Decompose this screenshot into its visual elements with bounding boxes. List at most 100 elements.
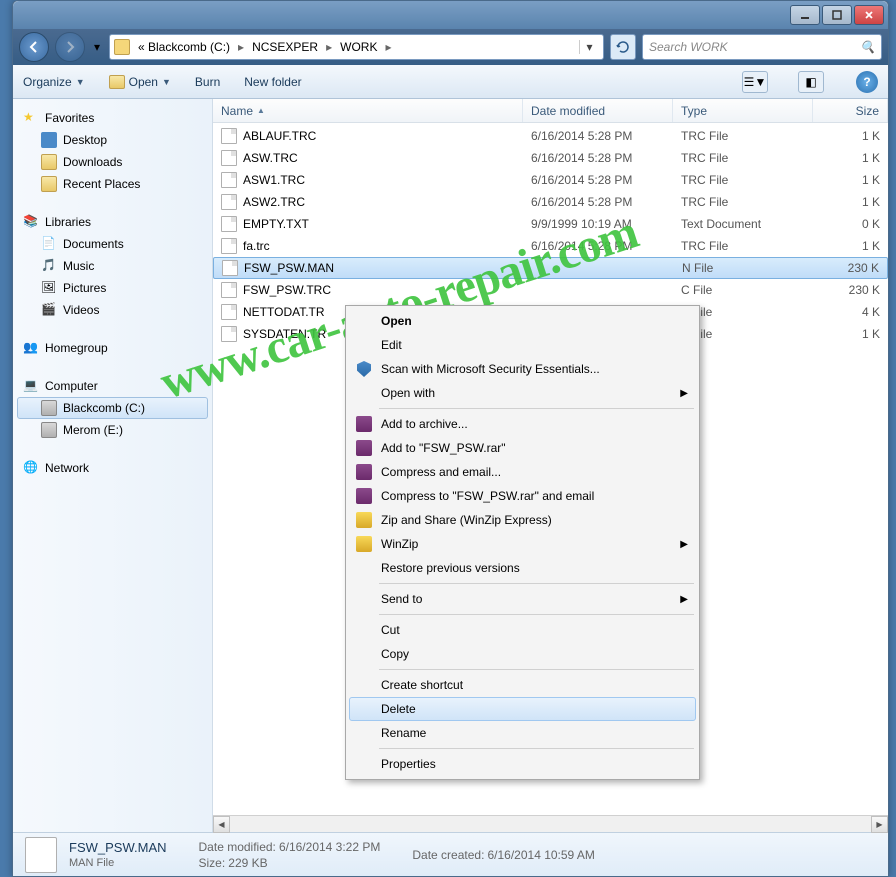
file-icon bbox=[25, 837, 57, 873]
breadcrumb-mid[interactable]: NCSEXPER bbox=[248, 40, 322, 54]
breadcrumb-root[interactable]: « Blackcomb (C:) bbox=[134, 40, 234, 54]
file-size: 230 K bbox=[814, 261, 887, 275]
new-folder-button[interactable]: New folder bbox=[244, 75, 301, 89]
folder-icon bbox=[114, 39, 130, 55]
sidebar-favorites[interactable]: ★Favorites bbox=[17, 107, 208, 129]
menu-copy[interactable]: Copy bbox=[349, 642, 696, 666]
sidebar-item-desktop[interactable]: Desktop bbox=[17, 129, 208, 151]
details-pane: FSW_PSW.MAN MAN File Date modified: 6/16… bbox=[13, 832, 888, 876]
open-icon bbox=[109, 75, 125, 89]
sidebar-item-recent[interactable]: Recent Places bbox=[17, 173, 208, 195]
desktop-icon bbox=[41, 132, 57, 148]
back-button[interactable] bbox=[19, 32, 49, 62]
menu-create-shortcut[interactable]: Create shortcut bbox=[349, 673, 696, 697]
file-icon bbox=[221, 194, 237, 210]
file-row[interactable]: fa.trc6/16/2014 5:28 PMTRC File1 K bbox=[213, 235, 888, 257]
menu-open[interactable]: Open bbox=[349, 309, 696, 333]
menu-separator bbox=[379, 583, 694, 584]
burn-button[interactable]: Burn bbox=[195, 75, 220, 89]
file-size: 1 K bbox=[813, 129, 888, 143]
sidebar-item-music[interactable]: 🎵Music bbox=[17, 255, 208, 277]
file-size: 1 K bbox=[813, 151, 888, 165]
file-icon bbox=[222, 260, 238, 276]
help-button[interactable]: ? bbox=[856, 71, 878, 93]
chevron-right-icon[interactable]: ▸ bbox=[385, 40, 391, 54]
file-size: 4 K bbox=[813, 305, 888, 319]
file-row[interactable]: FSW_PSW.MANN File230 K bbox=[213, 257, 888, 279]
file-row[interactable]: EMPTY.TXT9/9/1999 10:19 AMText Document0… bbox=[213, 213, 888, 235]
minimize-button[interactable] bbox=[790, 5, 820, 25]
sidebar-network[interactable]: 🌐Network bbox=[17, 457, 208, 479]
chevron-right-icon[interactable]: ▸ bbox=[238, 40, 244, 54]
file-date: 6/16/2014 5:28 PM bbox=[523, 151, 673, 165]
column-size[interactable]: Size bbox=[813, 99, 888, 122]
menu-compress-rar-email[interactable]: Compress to "FSW_PSW.rar" and email bbox=[349, 484, 696, 508]
preview-pane-button[interactable]: ◧ bbox=[798, 71, 824, 93]
library-icon: 📚 bbox=[23, 214, 39, 230]
file-name: NETTODAT.TR bbox=[243, 305, 325, 319]
menu-send-to[interactable]: Send to▶ bbox=[349, 587, 696, 611]
menu-winzip[interactable]: WinZip▶ bbox=[349, 532, 696, 556]
menu-scan[interactable]: Scan with Microsoft Security Essentials.… bbox=[349, 357, 696, 381]
column-date[interactable]: Date modified bbox=[523, 99, 673, 122]
file-type: TRC File bbox=[673, 129, 813, 143]
menu-open-with[interactable]: Open with▶ bbox=[349, 381, 696, 405]
drive-icon bbox=[41, 422, 57, 438]
file-row[interactable]: FSW_PSW.TRCC File230 K bbox=[213, 279, 888, 301]
organize-button[interactable]: Organize ▼ bbox=[23, 75, 85, 89]
menu-properties[interactable]: Properties bbox=[349, 752, 696, 776]
close-button[interactable] bbox=[854, 5, 884, 25]
sidebar-computer[interactable]: 💻Computer bbox=[17, 375, 208, 397]
zip-icon bbox=[355, 535, 373, 553]
sidebar-item-drive-e[interactable]: Merom (E:) bbox=[17, 419, 208, 441]
menu-zip-share[interactable]: Zip and Share (WinZip Express) bbox=[349, 508, 696, 532]
file-row[interactable]: ASW2.TRC6/16/2014 5:28 PMTRC File1 K bbox=[213, 191, 888, 213]
column-type[interactable]: Type bbox=[673, 99, 813, 122]
menu-restore[interactable]: Restore previous versions bbox=[349, 556, 696, 580]
file-row[interactable]: ABLAUF.TRC6/16/2014 5:28 PMTRC File1 K bbox=[213, 125, 888, 147]
sidebar-homegroup[interactable]: 👥Homegroup bbox=[17, 337, 208, 359]
chevron-right-icon[interactable]: ▸ bbox=[326, 40, 332, 54]
sidebar-item-documents[interactable]: 📄Documents bbox=[17, 233, 208, 255]
menu-separator bbox=[379, 669, 694, 670]
file-icon bbox=[221, 238, 237, 254]
column-name[interactable]: Name▲ bbox=[213, 99, 523, 122]
file-icon bbox=[221, 304, 237, 320]
file-type: TRC File bbox=[673, 173, 813, 187]
rar-icon bbox=[355, 415, 373, 433]
menu-edit[interactable]: Edit bbox=[349, 333, 696, 357]
file-row[interactable]: ASW1.TRC6/16/2014 5:28 PMTRC File1 K bbox=[213, 169, 888, 191]
shield-icon bbox=[355, 360, 373, 378]
scroll-left-button[interactable]: ◀ bbox=[213, 816, 230, 833]
sidebar-item-pictures[interactable]: 🖼Pictures bbox=[17, 277, 208, 299]
address-dropdown[interactable]: ▾ bbox=[579, 40, 599, 54]
sidebar-item-videos[interactable]: 🎬Videos bbox=[17, 299, 208, 321]
rar-icon bbox=[355, 439, 373, 457]
menu-cut[interactable]: Cut bbox=[349, 618, 696, 642]
menu-delete[interactable]: Delete bbox=[349, 697, 696, 721]
horizontal-scrollbar[interactable]: ◀ ▶ bbox=[213, 815, 888, 832]
forward-button[interactable] bbox=[55, 32, 85, 62]
open-button[interactable]: Open ▼ bbox=[109, 75, 171, 89]
refresh-button[interactable] bbox=[610, 34, 636, 60]
sidebar-item-downloads[interactable]: Downloads bbox=[17, 151, 208, 173]
maximize-button[interactable] bbox=[822, 5, 852, 25]
menu-compress-email[interactable]: Compress and email... bbox=[349, 460, 696, 484]
breadcrumb-leaf[interactable]: WORK bbox=[336, 40, 381, 54]
menu-add-archive[interactable]: Add to archive... bbox=[349, 412, 696, 436]
column-headers: Name▲ Date modified Type Size bbox=[213, 99, 888, 123]
menu-rename[interactable]: Rename bbox=[349, 721, 696, 745]
view-options-button[interactable]: ☰ ▼ bbox=[742, 71, 768, 93]
network-icon: 🌐 bbox=[23, 460, 39, 476]
menu-add-rar[interactable]: Add to "FSW_PSW.rar" bbox=[349, 436, 696, 460]
scroll-right-button[interactable]: ▶ bbox=[871, 816, 888, 833]
address-bar[interactable]: « Blackcomb (C:) ▸ NCSEXPER ▸ WORK ▸ ▾ bbox=[109, 34, 604, 60]
file-type: Text Document bbox=[673, 217, 813, 231]
sidebar-libraries[interactable]: 📚Libraries bbox=[17, 211, 208, 233]
file-row[interactable]: ASW.TRC6/16/2014 5:28 PMTRC File1 K bbox=[213, 147, 888, 169]
sidebar-item-drive-c[interactable]: Blackcomb (C:) bbox=[17, 397, 208, 419]
nav-history-dropdown[interactable]: ▾ bbox=[91, 38, 103, 56]
file-size: 1 K bbox=[813, 173, 888, 187]
search-input[interactable]: Search WORK 🔍 bbox=[642, 34, 882, 60]
file-date: 9/9/1999 10:19 AM bbox=[523, 217, 673, 231]
